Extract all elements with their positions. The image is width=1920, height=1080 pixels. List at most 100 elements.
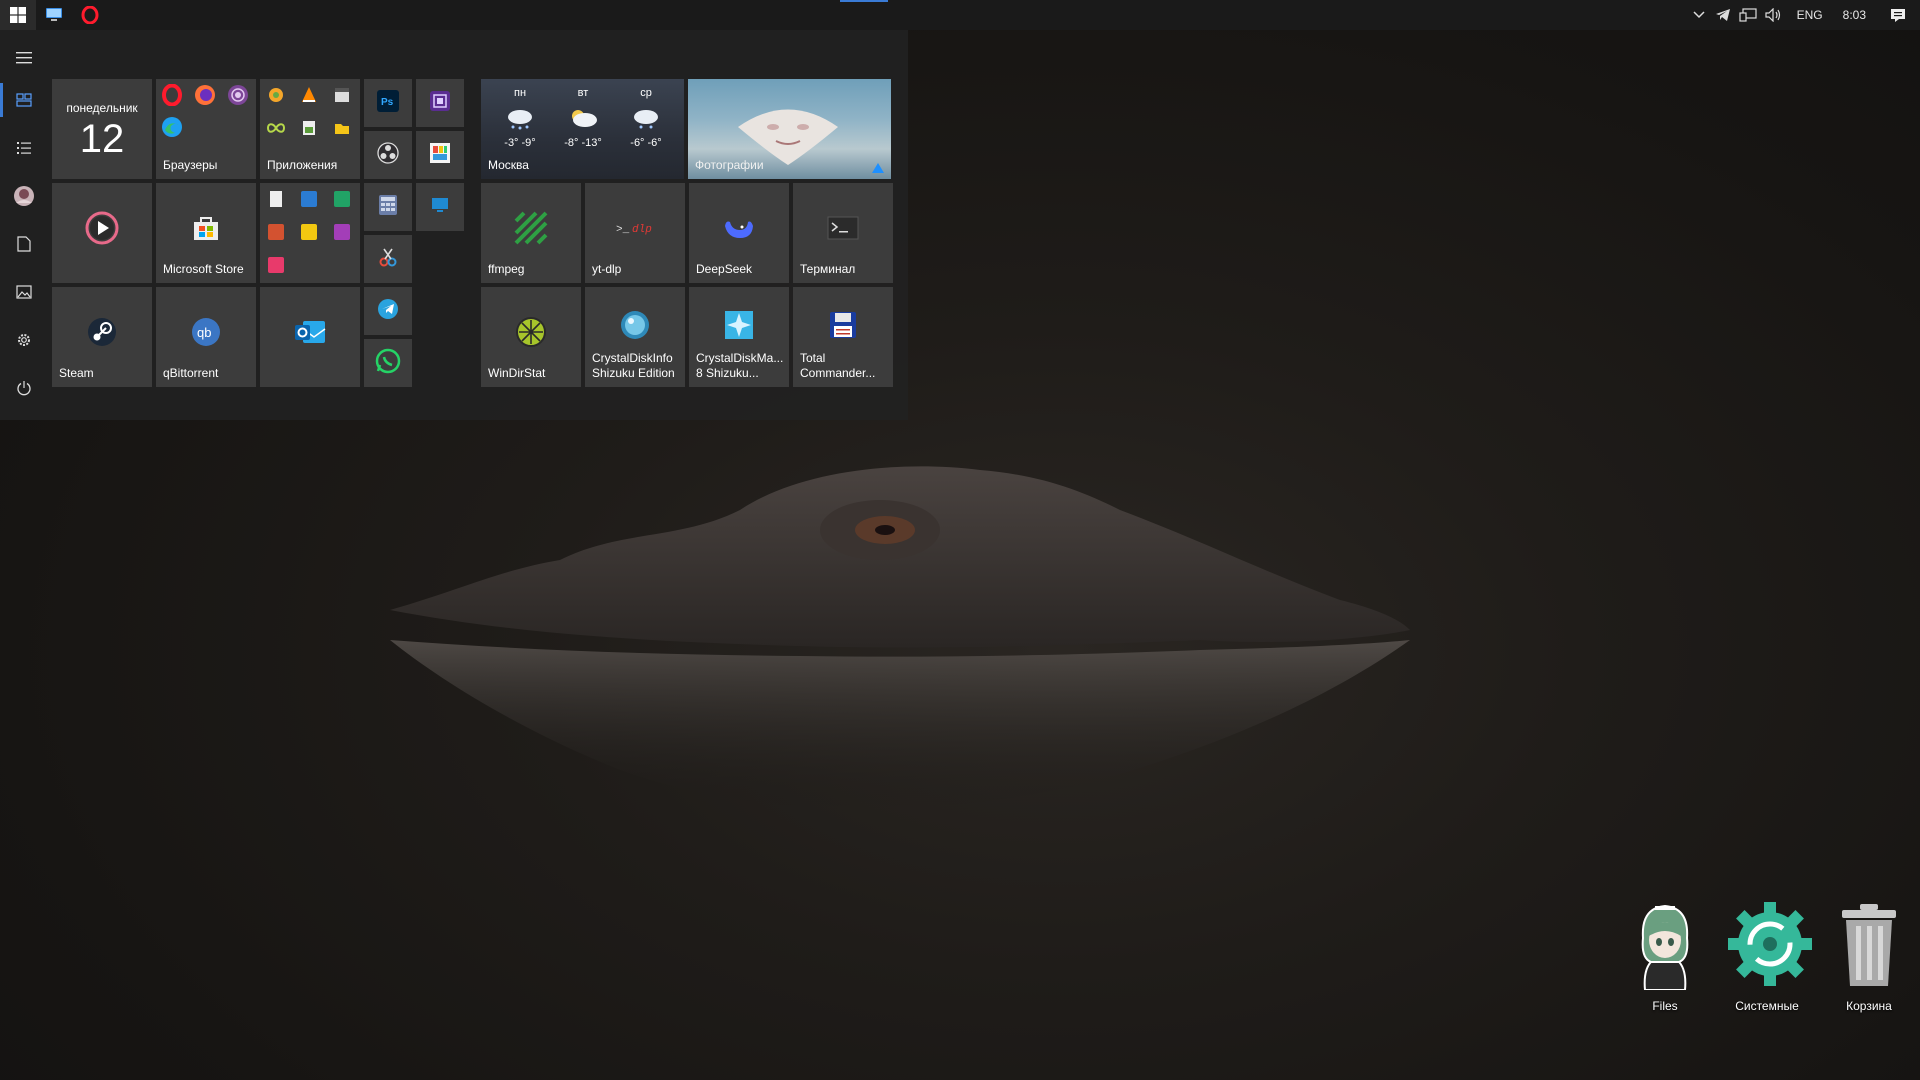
weather-tile[interactable]: пн вт ср -3° -9° -8° -13° -6° -6° Москва <box>481 79 684 179</box>
browsers-folder-tile[interactable]: Браузеры <box>156 79 256 179</box>
paint-tile[interactable] <box>416 131 464 179</box>
calculator-tile[interactable] <box>364 183 412 231</box>
apps-folder-label: Приложения <box>267 158 338 172</box>
crystaldiskinfo-label-line1: CrystalDiskInfo <box>592 351 673 365</box>
whatsapp-icon <box>375 348 401 374</box>
rail-pictures[interactable] <box>0 272 48 312</box>
start-rail <box>0 30 48 420</box>
screen-tool-tile[interactable] <box>416 183 464 231</box>
rail-settings[interactable] <box>0 320 48 360</box>
tray-volume[interactable] <box>1761 0 1787 30</box>
stingray-photo <box>738 109 838 165</box>
rail-user[interactable] <box>0 176 48 216</box>
windirstat-tile[interactable]: WinDirStat <box>481 287 581 387</box>
paint-icon <box>428 141 452 165</box>
calendar-day-number: 12 <box>79 117 125 161</box>
qbittorrent-tile[interactable]: qb qBittorrent <box>156 287 256 387</box>
desktop-icon-files[interactable]: Files <box>1622 898 1708 1013</box>
weather-day-3: ср <box>640 87 652 99</box>
image-viewer-icon <box>298 117 320 139</box>
tray-clock[interactable]: 8:03 <box>1833 0 1876 30</box>
tray-overflow-button[interactable] <box>1687 0 1711 30</box>
settings-icon <box>18 334 30 346</box>
notification-icon <box>1891 8 1905 22</box>
chevron-up-icon <box>1693 11 1705 19</box>
taskbar-this-pc[interactable] <box>36 0 72 30</box>
taskbar: ENG 8:03 <box>0 0 1920 30</box>
whatsapp-tile[interactable] <box>364 339 412 387</box>
rail-tiles[interactable] <box>0 80 48 120</box>
crystaldiskmark-label-line2: 8 Shizuku... <box>696 366 759 380</box>
this-pc-icon <box>46 8 62 21</box>
steam-tile[interactable]: Steam <box>52 287 152 387</box>
crystaldiskinfo-tile[interactable]: CrystalDiskInfo Shizuku Edition <box>585 287 685 387</box>
recycle-bin-icon <box>1842 904 1896 986</box>
action-center-button[interactable] <box>1876 0 1920 30</box>
scissors-icon <box>377 246 399 268</box>
crystaldiskmark-tile[interactable]: CrystalDiskMa... 8 Shizuku... <box>689 287 789 387</box>
photos-label: Фотографии <box>695 158 764 172</box>
hamburger-button[interactable] <box>0 38 48 78</box>
deepseek-label: DeepSeek <box>696 262 753 276</box>
start-button[interactable] <box>0 0 36 30</box>
snipping-tool-tile[interactable] <box>364 235 412 283</box>
tray-telegram[interactable] <box>1711 0 1735 30</box>
telegram-icon <box>377 298 399 320</box>
telegram-tile[interactable] <box>364 287 412 335</box>
notes-icon <box>298 221 320 243</box>
snow-cloud-icon <box>634 110 658 129</box>
apps-folder-tile[interactable]: Приложения <box>260 79 360 179</box>
rail-power[interactable] <box>0 368 48 408</box>
desktop-icon-recycle-bin[interactable]: Корзина <box>1826 898 1912 1013</box>
office-folder-tile[interactable] <box>260 183 360 283</box>
total-commander-label-line2: Commander... <box>800 366 876 380</box>
obs-tile[interactable] <box>364 131 412 179</box>
terminal-prompt-icon: >_ dlp <box>615 218 655 238</box>
outlook-icon <box>293 317 327 347</box>
cpu-icon <box>428 89 452 113</box>
obs-icon <box>376 141 400 165</box>
terminal-tile[interactable]: Терминал <box>793 183 893 283</box>
cpu-tool-tile[interactable] <box>416 79 464 127</box>
mail-tile[interactable] <box>260 287 360 387</box>
tray-network[interactable] <box>1735 0 1761 30</box>
crystaldiskmark-icon <box>723 309 755 341</box>
ffmpeg-tile[interactable]: ffmpeg <box>481 183 581 283</box>
edge-icon <box>161 116 183 138</box>
opera-icon <box>81 6 99 24</box>
rail-all-apps[interactable] <box>0 128 48 168</box>
network-icon <box>1739 8 1757 22</box>
terminal-label: Терминал <box>800 262 856 276</box>
folder-app-icon <box>331 117 353 139</box>
ffmpeg-label: ffmpeg <box>488 262 525 276</box>
windirstat-label: WinDirStat <box>488 366 546 380</box>
qbittorrent-label: qBittorrent <box>163 366 219 380</box>
notepad-icon <box>265 188 287 210</box>
ytdlp-tile[interactable]: >_ dlp yt-dlp <box>585 183 685 283</box>
crystaldiskmark-label-line1: CrystalDiskMa... <box>696 351 784 365</box>
calendar-tile[interactable]: понедельник 12 <box>52 79 152 179</box>
photos-tile[interactable]: Фотографии <box>688 79 891 179</box>
anime-character-icon <box>1641 904 1689 991</box>
steam-icon <box>86 316 118 348</box>
taskbar-opera[interactable] <box>72 0 108 30</box>
microsoft-store-tile[interactable]: Microsoft Store <box>156 183 256 283</box>
rail-documents[interactable] <box>0 224 48 264</box>
tray-language[interactable]: ENG <box>1787 0 1833 30</box>
vlc-icon <box>298 84 320 106</box>
tiles-icon <box>16 93 32 107</box>
hwinfo-icon <box>265 84 287 106</box>
power-icon <box>17 381 31 396</box>
word-icon <box>298 188 320 210</box>
microsoft-store-icon <box>190 212 222 244</box>
deepseek-tile[interactable]: DeepSeek <box>689 183 789 283</box>
powerpoint-icon <box>265 221 287 243</box>
photoshop-tile[interactable]: Ps <box>364 79 412 127</box>
steam-label: Steam <box>59 366 94 380</box>
desktop-icon-system[interactable]: Системные <box>1724 898 1812 1013</box>
calendar-day-name: понедельник <box>66 101 138 115</box>
media-player-tile[interactable] <box>52 183 152 283</box>
user-avatar <box>14 186 34 206</box>
clapper-icon <box>331 84 353 106</box>
total-commander-tile[interactable]: Total Commander... <box>793 287 893 387</box>
